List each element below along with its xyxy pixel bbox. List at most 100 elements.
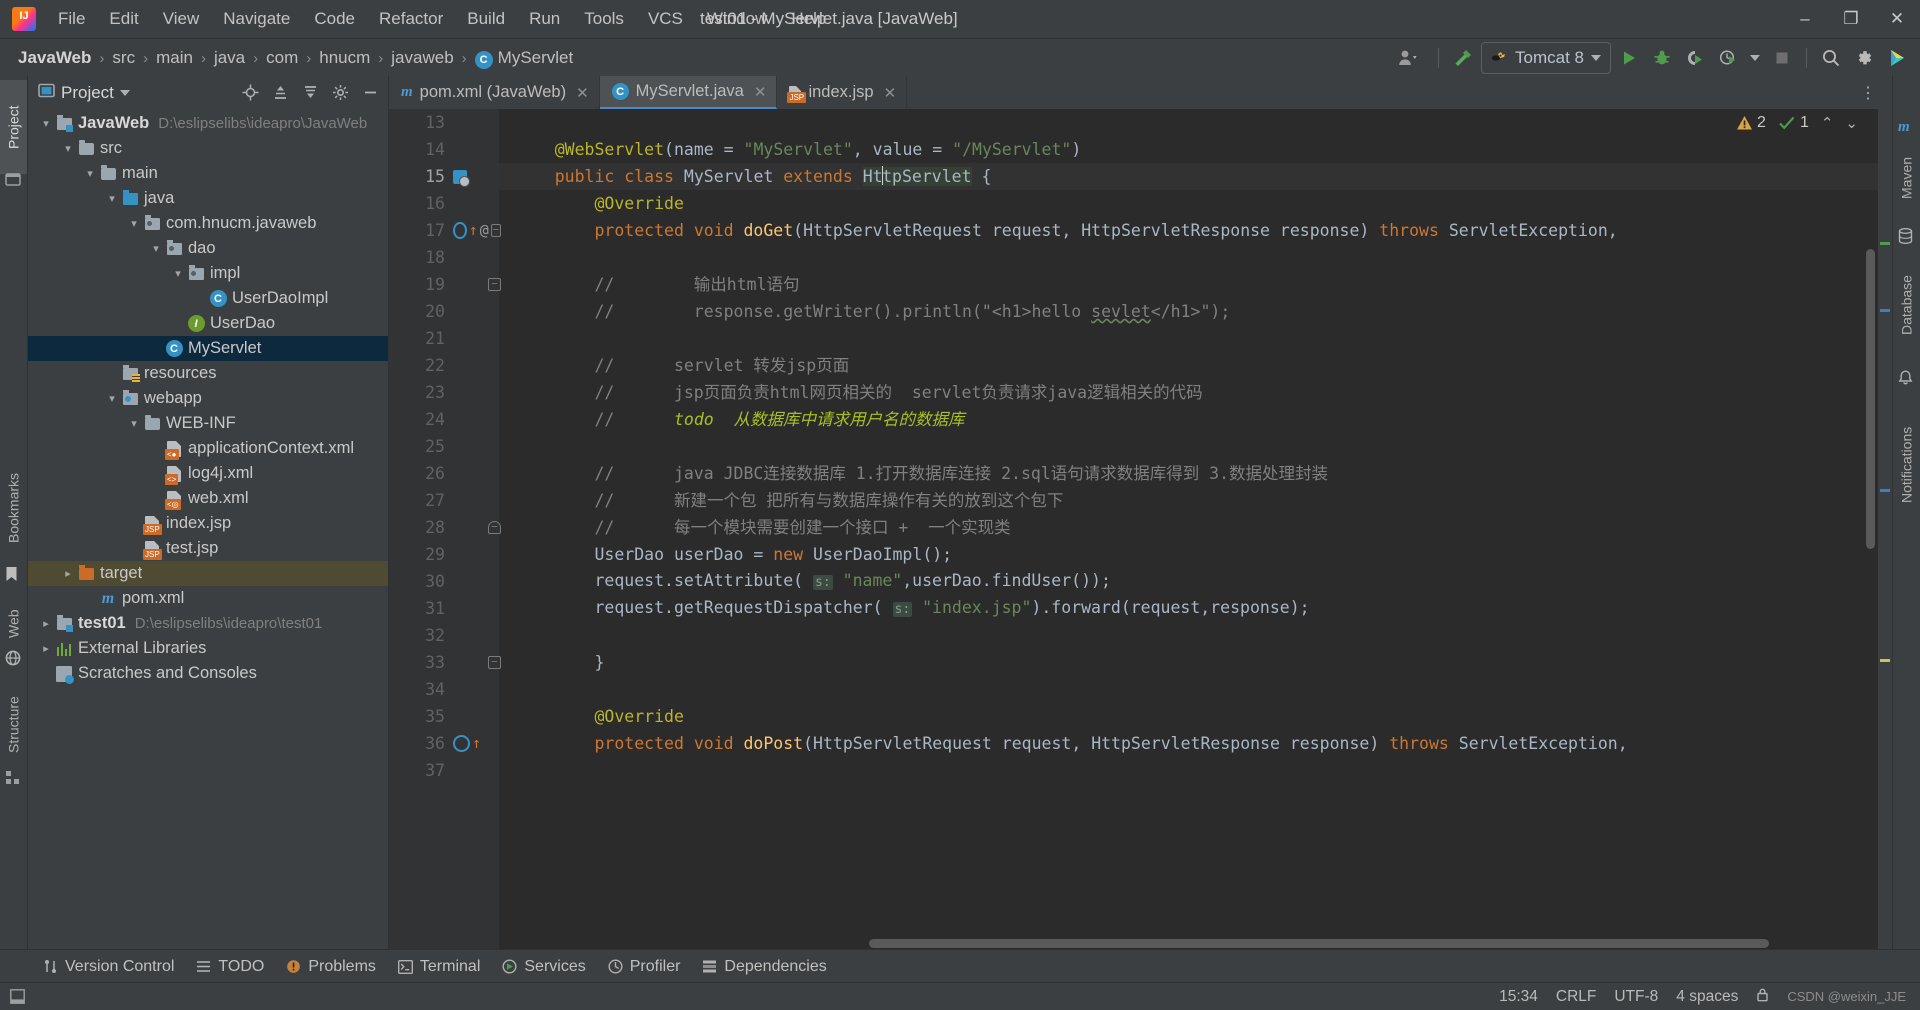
code-line[interactable]: 37	[389, 757, 1892, 784]
tree-node-test-jsp[interactable]: JSP test.jsp	[28, 536, 388, 561]
code-line[interactable]: 19 – // 输出html语句	[389, 271, 1892, 298]
line-number[interactable]: 31	[389, 595, 451, 622]
tree-node-resources[interactable]: resources	[28, 361, 388, 386]
tree-node-web-inf[interactable]: ▾ WEB-INF	[28, 411, 388, 436]
code-editor[interactable]: 2 1 ⌃ ⌄ 13 14 @WebServlet(name = "MyServl…	[389, 109, 1892, 950]
search-everywhere-icon[interactable]	[1816, 43, 1846, 73]
menu-item-edit[interactable]: Edit	[97, 4, 150, 34]
maximize-button[interactable]: ❐	[1828, 0, 1874, 38]
hammer-icon[interactable]	[1448, 43, 1478, 73]
tool-window-button-services[interactable]: Services	[493, 954, 594, 980]
breadcrumb-item-javaweb[interactable]: javaweb	[385, 45, 459, 71]
close-button[interactable]: ✕	[1874, 0, 1920, 38]
project-tree[interactable]: ▾ JavaWeb D:\eslipselibs\ideapro\JavaWeb ▾ s…	[28, 109, 388, 950]
inspection-warnings[interactable]: 2	[1736, 114, 1766, 132]
fold-region-icon[interactable]: –	[488, 521, 501, 534]
tree-node-src[interactable]: ▾ src	[28, 136, 388, 161]
sidebar-item-bookmarks[interactable]: Bookmarks	[0, 446, 27, 570]
run-config-dropdown-icon[interactable]	[1746, 43, 1764, 73]
stop-icon[interactable]	[1767, 43, 1797, 73]
code-line[interactable]: 18	[389, 244, 1892, 271]
tree-node-userdaoimpl[interactable]: C UserDaoImpl	[28, 286, 388, 311]
sidebar-item-structure[interactable]: Structure	[0, 676, 27, 774]
chevron-right-icon[interactable]: ▸	[38, 642, 54, 655]
line-number[interactable]: 14	[389, 136, 451, 163]
tree-node-dao[interactable]: ▾ dao	[28, 236, 388, 261]
code-line[interactable]: 13	[389, 109, 1892, 136]
fold-region-icon[interactable]: –	[488, 656, 501, 669]
code-line[interactable]: 14 @WebServlet(name = "MyServlet", value…	[389, 136, 1892, 163]
menu-item-tools[interactable]: Tools	[572, 4, 636, 34]
tree-node-applicationcontext-xml[interactable]: <● applicationContext.xml	[28, 436, 388, 461]
line-number[interactable]: 35	[389, 703, 451, 730]
gutter-markers[interactable]: –	[451, 514, 501, 541]
code-line[interactable]: 28 – // 每一个模块需要创建一个接口 + 一个实现类	[389, 514, 1892, 541]
gutter-markers[interactable]	[451, 352, 501, 379]
tree-node-userdao[interactable]: I UserDao	[28, 311, 388, 336]
tree-node-impl[interactable]: ▾ impl	[28, 261, 388, 286]
line-number[interactable]: 37	[389, 757, 451, 784]
gutter-markers[interactable]	[451, 595, 501, 622]
sidebar-item-maven[interactable]: Maven	[1893, 138, 1920, 218]
line-number[interactable]: 19	[389, 271, 451, 298]
tree-node-scratches-and-consoles[interactable]: Scratches and Consoles	[28, 661, 388, 686]
gutter-markers[interactable]	[451, 406, 501, 433]
menu-item-vcs[interactable]: VCS	[636, 4, 695, 34]
line-number[interactable]: 22	[389, 352, 451, 379]
run-coverage-icon[interactable]	[1680, 43, 1710, 73]
gutter-markers[interactable]	[451, 703, 501, 730]
sidebar-item-project[interactable]: Project	[0, 80, 27, 174]
chevron-down-icon[interactable]: ▾	[60, 142, 76, 155]
line-number[interactable]: 32	[389, 622, 451, 649]
up-arrow-icon[interactable]: ↑	[472, 730, 481, 757]
code-line[interactable]: 35 @Override	[389, 703, 1892, 730]
settings-icon[interactable]	[1849, 43, 1879, 73]
close-icon[interactable]: ✕	[576, 84, 589, 102]
gutter-markers[interactable]	[451, 136, 501, 163]
sidebar-item-web[interactable]: Web	[0, 592, 27, 656]
code-line[interactable]: 29 UserDao userDao = new UserDaoImpl();	[389, 541, 1892, 568]
settings-icon[interactable]	[328, 81, 352, 105]
gutter-markers[interactable]	[451, 541, 501, 568]
overriding-method-icon[interactable]	[453, 735, 470, 752]
code-line[interactable]: 25	[389, 433, 1892, 460]
code-line[interactable]: 23 // jsp页面负责html网页相关的 servlet负责请求java逻辑…	[389, 379, 1892, 406]
code-line[interactable]: 27 // 新建一个包 把所有与数据库操作有关的放到这个包下	[389, 487, 1892, 514]
tool-window-button-version-control[interactable]: Version Control	[34, 954, 183, 980]
editor-horizontal-scrollbar[interactable]	[499, 939, 1876, 948]
code-line[interactable]: 34	[389, 676, 1892, 703]
line-number[interactable]: 23	[389, 379, 451, 406]
line-number[interactable]: 21	[389, 325, 451, 352]
gutter-markers[interactable]	[451, 676, 501, 703]
hide-icon[interactable]	[358, 81, 382, 105]
tree-node-target[interactable]: ▸ target	[28, 561, 388, 586]
breadcrumb-item-java[interactable]: java	[208, 45, 251, 71]
tree-node-main[interactable]: ▾ main	[28, 161, 388, 186]
menu-item-build[interactable]: Build	[455, 4, 517, 34]
line-number[interactable]: 25	[389, 433, 451, 460]
line-number[interactable]: 29	[389, 541, 451, 568]
line-number[interactable]: 28	[389, 514, 451, 541]
menu-item-navigate[interactable]: Navigate	[211, 4, 302, 34]
chevron-down-icon[interactable]: ▾	[104, 192, 120, 205]
code-line[interactable]: 31 request.getRequestDispatcher( s: "ind…	[389, 595, 1892, 622]
code-line[interactable]: 17 ↑ @ – protected void doGet(HttpServletRe…	[389, 217, 1892, 244]
lock-icon[interactable]	[1756, 987, 1769, 1007]
previous-problem-icon[interactable]: ⌃	[1821, 114, 1834, 132]
gutter-markers[interactable]	[451, 433, 501, 460]
tool-window-button-todo[interactable]: TODO	[187, 954, 273, 980]
line-number[interactable]: 27	[389, 487, 451, 514]
breadcrumb-item-javaweb[interactable]: JavaWeb	[12, 45, 97, 71]
menu-item-code[interactable]: Code	[302, 4, 367, 34]
run-configuration-selector[interactable]: Tomcat 8	[1481, 42, 1611, 74]
menu-item-file[interactable]: File	[46, 4, 97, 34]
error-stripe-marker-bar[interactable]	[1878, 109, 1892, 950]
code-lines[interactable]: 13 14 @WebServlet(name = "MyServlet", val…	[389, 109, 1892, 950]
tree-node-javaweb[interactable]: ▾ JavaWeb D:\eslipselibs\ideapro\JavaWeb	[28, 111, 388, 136]
code-line[interactable]: 24 // todo 从数据库中请求用户名的数据库	[389, 406, 1892, 433]
tool-window-button-terminal[interactable]: Terminal	[389, 954, 489, 980]
code-line[interactable]: 22 // servlet 转发jsp页面	[389, 352, 1892, 379]
tree-node-pom-xml[interactable]: m pom.xml	[28, 586, 388, 611]
minimize-button[interactable]: –	[1782, 0, 1828, 38]
run-icon[interactable]	[1614, 43, 1644, 73]
